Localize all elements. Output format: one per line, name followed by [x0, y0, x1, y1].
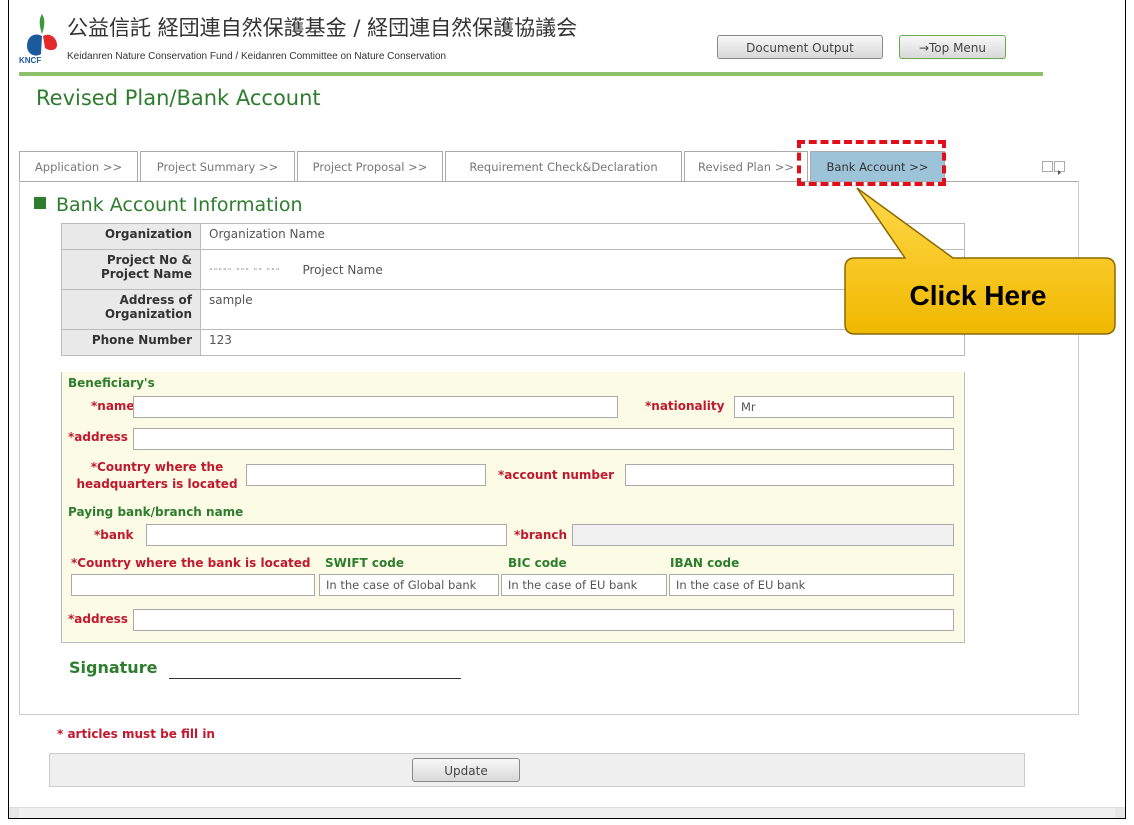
update-button[interactable]: Update: [412, 758, 520, 782]
org-title-japanese: 公益信託 経団連自然保護基金 / 経団連自然保護協議会: [67, 16, 578, 40]
phone-label: Phone Number: [61, 329, 201, 356]
scroll-left-arrow[interactable]: [9, 808, 19, 818]
bank-country-input[interactable]: [71, 574, 315, 596]
bank-account-tab-highlight: [797, 140, 946, 186]
square-bullet-icon: [34, 197, 46, 209]
bank-country-label: *Country where the bank is located: [71, 556, 311, 570]
header-divider: [19, 72, 1043, 76]
kncf-logo-icon: [27, 14, 57, 56]
account-number-input[interactable]: [625, 464, 954, 486]
name-label: *name: [91, 399, 135, 413]
address-label: *address: [68, 430, 128, 444]
section-title-text: Bank Account Information: [56, 194, 303, 216]
tab-project-proposal[interactable]: Project Proposal >>: [297, 151, 443, 181]
page-title: Revised Plan/Bank Account: [36, 86, 321, 110]
hq-country-label-line-2: headquarters is located: [76, 477, 238, 491]
horizontal-scrollbar[interactable]: [9, 807, 1125, 818]
required-note: * articles must be fill in: [57, 727, 215, 741]
organization-label: Organization: [61, 223, 201, 250]
nationality-label: *nationality: [645, 399, 725, 413]
tab-scroll-right-button[interactable]: [1054, 161, 1065, 175]
address-label-line-2: Organization: [104, 307, 192, 321]
iban-code-label: IBAN code: [670, 556, 740, 570]
chevron-right-icon: [1058, 170, 1061, 175]
nationality-input[interactable]: Mr: [734, 396, 954, 418]
browser-frame: KNCF 公益信託 経団連自然保護基金 / 経団連自然保護協議会 Keidanr…: [8, 0, 1126, 819]
bic-code-label: BIC code: [508, 556, 567, 570]
top-menu-button[interactable]: →Top Menu: [899, 35, 1006, 59]
name-input[interactable]: [133, 396, 618, 418]
project-name-value: Project Name: [302, 262, 383, 277]
paying-bank-heading: Paying bank/branch name: [68, 505, 244, 519]
section-title: Bank Account Information: [34, 194, 303, 216]
document-output-button[interactable]: Document Output: [717, 35, 883, 59]
bank-label: *bank: [94, 528, 134, 542]
scroll-right-arrow[interactable]: [1115, 808, 1125, 818]
tab-revised-plan[interactable]: Revised Plan >>: [684, 151, 808, 181]
project-number-value: """"" """ "" """: [209, 266, 281, 276]
swift-code-label: SWIFT code: [325, 556, 404, 570]
tab-requirement-check[interactable]: Requirement Check&Declaration: [445, 151, 682, 181]
project-label-line-1: Project No &: [106, 253, 192, 267]
bank-address-label: *address: [68, 612, 128, 626]
project-label: Project No & Project Name: [61, 249, 201, 290]
swift-code-input[interactable]: In the case of Global bank: [319, 574, 499, 596]
project-label-line-2: Project Name: [100, 267, 192, 281]
logo-text: KNCF: [19, 56, 42, 65]
bank-address-input[interactable]: [133, 609, 954, 631]
signature-line: [169, 678, 461, 679]
account-number-label: *account number: [498, 468, 615, 482]
bank-input[interactable]: [146, 524, 507, 546]
org-title-english: Keidanren Nature Conservation Fund / Kei…: [67, 51, 447, 62]
bic-code-input[interactable]: In the case of EU bank: [501, 574, 667, 596]
address-input[interactable]: [133, 428, 954, 450]
address-label: Address of Organization: [61, 289, 201, 330]
hq-country-label: *Country where the headquarters is locate…: [71, 459, 243, 493]
click-here-text: Click Here: [909, 280, 1047, 311]
footer-bar: [49, 753, 1025, 787]
branch-input[interactable]: [572, 524, 954, 546]
hq-country-label-line-1: *Country where the: [90, 460, 224, 474]
hq-country-input[interactable]: [246, 464, 486, 486]
tab-application[interactable]: Application >>: [19, 151, 138, 181]
iban-code-input[interactable]: In the case of EU bank: [669, 574, 954, 596]
beneficiary-heading: Beneficiary's: [68, 376, 155, 390]
tab-project-summary[interactable]: Project Summary >>: [140, 151, 295, 181]
tab-scroll-left-button[interactable]: [1042, 161, 1053, 172]
address-label-line-1: Address of: [119, 293, 192, 307]
signature-label: Signature: [69, 658, 158, 677]
branch-label: *branch: [514, 528, 568, 542]
header: KNCF 公益信託 経団連自然保護基金 / 経団連自然保護協議会 Keidanr…: [19, 6, 1041, 74]
organization-info-table: Organization Organization Name Project N…: [61, 223, 965, 356]
